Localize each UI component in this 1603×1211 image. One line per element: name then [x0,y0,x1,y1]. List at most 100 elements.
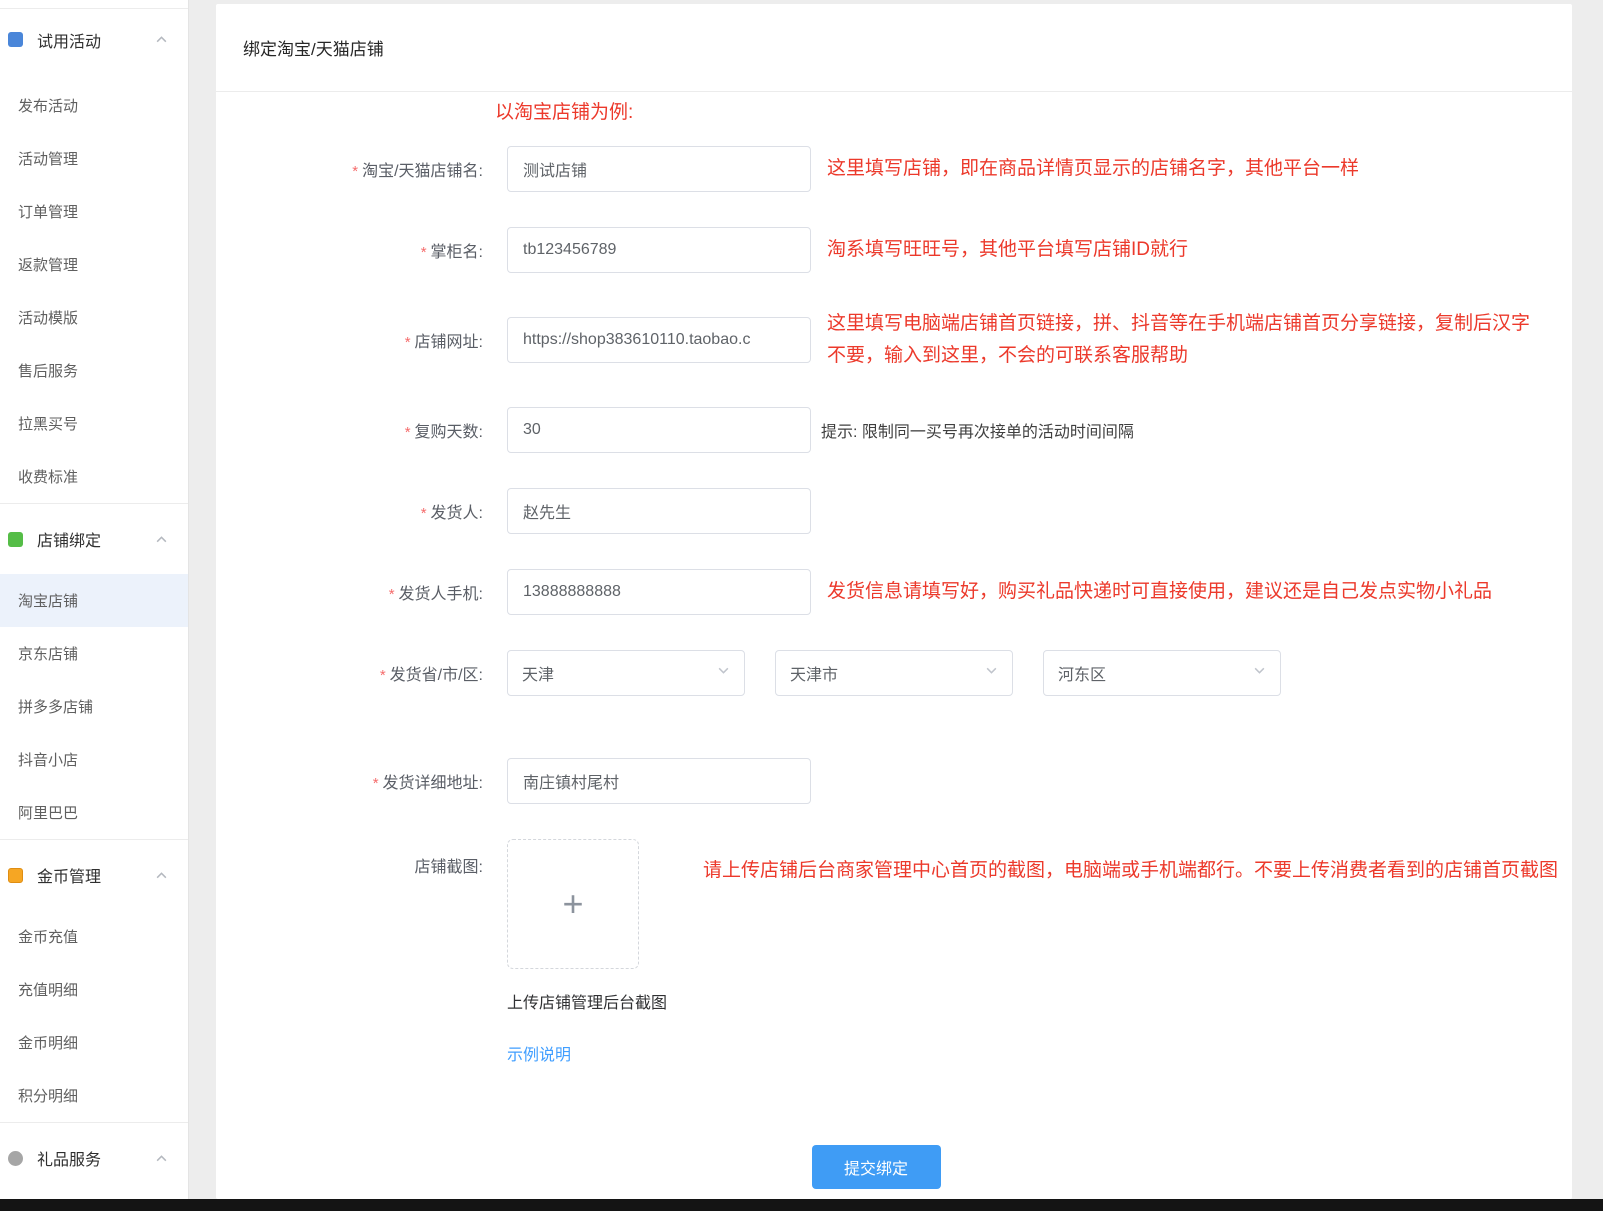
sidebar-group-coin-manage[interactable]: 金币管理 [0,840,188,910]
sidebar-item-fee-standard[interactable]: 收费标准 [0,450,188,503]
form-row-region: *发货省/市/区: 天津 天津市 河东区 [216,650,1572,696]
address-label: *发货详细地址: [216,769,483,793]
page-title: 绑定淘宝/天猫店铺 [243,35,384,60]
coin-icon [8,868,23,883]
sidebar-group-trial-activity[interactable]: 试用活动 [0,0,188,79]
district-select[interactable]: 河东区 [1043,650,1281,696]
submit-row: 提交绑定 [216,1145,1536,1189]
form-row-shop-url: *店铺网址: 这里填写电脑端店铺首页链接，拼、抖音等在手机端店铺首页分享链接，复… [216,308,1572,372]
province-select[interactable]: 天津 [507,650,745,696]
sidebar-item-douyin-shop[interactable]: 抖音小店 [0,733,188,786]
sidebar: 试用活动 发布活动 活动管理 订单管理 返款管理 活动模版 售后服务 拉黑买号 … [0,0,189,1199]
sidebar-item-coin-recharge[interactable]: 金币充值 [0,910,188,963]
chevron-up-icon [155,1152,168,1165]
shop-url-annotation: 这里填写电脑端店铺首页链接，拼、抖音等在手机端店铺首页分享链接，复制后汉字不要，… [827,308,1547,372]
shopkeeper-input[interactable] [507,227,811,273]
sidebar-item-label: 拉黑买号 [18,413,78,434]
shopkeeper-label: *掌柜名: [216,238,483,262]
form-row-repurchase-days: *复购天数: 提示: 限制同一买号再次接单的活动时间间隔 [216,407,1572,453]
shop-name-annotation: 这里填写店铺，即在商品详情页显示的店铺名字，其他平台一样 [827,153,1359,185]
chevron-down-icon [1253,664,1266,682]
bottom-black-bar [0,1199,1603,1211]
plus-icon: + [562,886,583,922]
required-asterisk: * [352,163,358,180]
sidebar-item-alibaba[interactable]: 阿里巴巴 [0,786,188,839]
form-row-shopkeeper-name: *掌柜名: 淘系填写旺旺号，其他平台填写店铺ID就行 [216,227,1572,273]
required-asterisk: * [421,244,427,261]
sidebar-item-aftersale-service[interactable]: 售后服务 [0,344,188,397]
chevron-up-icon [155,533,168,546]
address-input[interactable] [507,758,811,804]
sidebar-item-label: 活动管理 [18,148,78,169]
sidebar-item-label: 收费标准 [18,466,78,487]
sidebar-item-publish-activity[interactable]: 发布活动 [0,79,188,132]
sidebar-item-label: 金币充值 [18,926,78,947]
upload-caption: 上传店铺管理后台截图 [507,989,667,1013]
form-row-shop-name: *淘宝/天猫店铺名: 这里填写店铺，即在商品详情页显示的店铺名字，其他平台一样 [216,146,1572,192]
sidebar-item-label: 充值明细 [18,979,78,1000]
sidebar-item-label: 活动模版 [18,307,78,328]
sidebar-item-label: 发布活动 [18,95,78,116]
sidebar-group-label: 金币管理 [37,863,101,887]
screenshot-annotation: 请上传店铺后台商家管理中心首页的截图，电脑端或手机端都行。不要上传消费者看到的店… [703,855,1558,887]
required-asterisk: * [373,775,379,792]
shop-name-input[interactable] [507,146,811,192]
page-title-bar: 绑定淘宝/天猫店铺 [216,4,1572,92]
app-screen: 试用活动 发布活动 活动管理 订单管理 返款管理 活动模版 售后服务 拉黑买号 … [0,0,1603,1211]
sidebar-item-label: 淘宝店铺 [18,590,78,611]
sidebar-item-pdd-shop[interactable]: 拼多多店铺 [0,680,188,733]
screenshot-label: 店铺截图: [216,853,483,877]
sidebar-item-taobao-shop[interactable]: 淘宝店铺 [0,574,188,627]
shop-bind-icon [8,532,23,547]
sidebar-item-label: 拼多多店铺 [18,696,93,717]
sidebar-item-label: 积分明细 [18,1085,78,1106]
chevron-up-icon [155,33,168,46]
province-value: 天津 [522,661,554,685]
chevron-down-icon [717,664,730,682]
sidebar-item-jd-shop[interactable]: 京东店铺 [0,627,188,680]
upload-screenshot-box[interactable]: + [507,839,639,969]
sidebar-item-label: 售后服务 [18,360,78,381]
sidebar-group-label: 店铺绑定 [37,527,101,551]
upload-column: + 上传店铺管理后台截图 示例说明 [507,839,667,1065]
sidebar-item-blacklist-buyer[interactable]: 拉黑买号 [0,397,188,450]
sender-name-label: *发货人: [216,499,483,523]
required-asterisk: * [421,505,427,522]
sidebar-item-label: 返款管理 [18,254,78,275]
required-asterisk: * [380,667,386,684]
sidebar-item-points-detail[interactable]: 积分明细 [0,1069,188,1122]
sidebar-item-activity-template[interactable]: 活动模版 [0,291,188,344]
sender-phone-input[interactable] [507,569,811,615]
region-label: *发货省/市/区: [216,661,483,685]
sidebar-group-gift-service[interactable]: 礼品服务 [0,1123,188,1193]
shop-name-label: *淘宝/天猫店铺名: [216,157,483,181]
form-row-sender-phone: *发货人手机: 发货信息请填写好，购买礼品快递时可直接使用，建议还是自己发点实物… [216,569,1572,615]
sidebar-top-divider [0,8,188,9]
example-link[interactable]: 示例说明 [507,1041,571,1065]
sidebar-item-label: 阿里巴巴 [18,802,78,823]
sidebar-item-label: 抖音小店 [18,749,78,770]
repurchase-days-input[interactable] [507,407,811,453]
district-value: 河东区 [1058,661,1106,685]
sidebar-item-coin-detail[interactable]: 金币明细 [0,1016,188,1069]
form-row-shop-screenshot: 店铺截图: + 上传店铺管理后台截图 示例说明 请上传店铺后台商家管理中心首页的… [216,839,1572,1065]
form-row-address: *发货详细地址: [216,758,1572,804]
bind-shop-form: 以淘宝店铺为例: *淘宝/天猫店铺名: 这里填写店铺，即在商品详情页显示的店铺名… [216,92,1572,1189]
sidebar-item-label: 金币明细 [18,1032,78,1053]
sender-name-input[interactable] [507,488,811,534]
submit-bind-button[interactable]: 提交绑定 [812,1145,941,1189]
sidebar-item-refund-manage[interactable]: 返款管理 [0,238,188,291]
city-select[interactable]: 天津市 [775,650,1013,696]
gift-icon [8,1151,23,1166]
sidebar-group-shop-bind[interactable]: 店铺绑定 [0,504,188,574]
chevron-down-icon [985,664,998,682]
city-value: 天津市 [790,661,838,685]
required-asterisk: * [405,424,411,441]
form-row-sender-name: *发货人: [216,488,1572,534]
sidebar-item-activity-manage[interactable]: 活动管理 [0,132,188,185]
shop-url-input[interactable] [507,317,811,363]
sidebar-item-recharge-detail[interactable]: 充值明细 [0,963,188,1016]
sidebar-item-order-manage[interactable]: 订单管理 [0,185,188,238]
required-asterisk: * [389,586,395,603]
sidebar-group-label: 试用活动 [37,28,101,52]
